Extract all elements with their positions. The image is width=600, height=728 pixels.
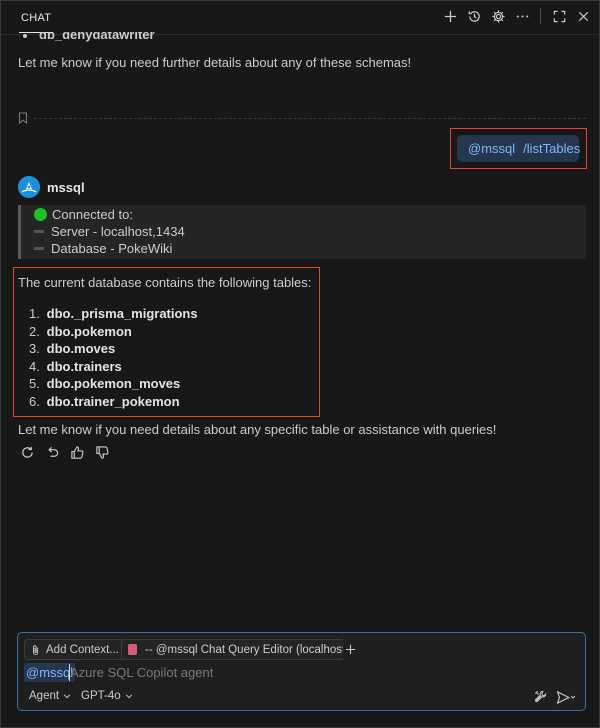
connection-server-row: Server - localhost,1434 [34,224,185,239]
paperclip-icon [31,644,41,656]
close-icon[interactable] [575,8,591,24]
more-icon[interactable] [514,8,530,24]
agent-name: mssql [47,179,85,195]
tables-intro: The current database contains the follow… [18,275,312,290]
undo-icon[interactable] [45,445,61,461]
list-item: 5. dbo.pokemon_moves [29,376,181,391]
list-item: 6. dbo.trainer_pokemon [29,393,180,409]
mssql-avatar-icon [18,176,40,198]
dash-icon [34,230,44,233]
tools-icon[interactable] [533,689,549,705]
agent-header: mssql [18,176,85,198]
list-item: 3. dbo.moves [29,341,116,356]
history-icon[interactable] [466,8,482,24]
request-command: /listTables [523,141,581,156]
mode-label: Agent [29,690,60,702]
thumbs-down-icon[interactable] [95,445,111,461]
mode-selector[interactable]: Agent [29,690,71,702]
chat-header: CHAT [1,1,600,35]
dash-icon [34,247,44,250]
retry-icon[interactable] [20,445,36,461]
connected-status-icon [34,208,47,221]
thumbs-up-icon[interactable] [70,445,86,461]
bookmark-icon[interactable] [18,112,28,124]
chevron-down-icon [63,692,71,700]
list-item: 2. dbo.pokemon [29,323,132,339]
input-mention[interactable]: @mssql [24,663,76,682]
add-context-button[interactable]: Add Context... [24,639,126,660]
list-item: 4. dbo.trainers [29,358,122,374]
closing-message: Let me know if you need details about an… [18,422,497,437]
connection-title-row: Connected to: [34,207,133,222]
connection-database-row: Database - PokeWiki [34,241,172,256]
list-item: 1. dbo._prisma_migrations [29,306,198,321]
maximize-icon[interactable] [551,8,567,24]
chat-input[interactable]: Azure SQL Copilot agent [70,665,213,680]
connection-database: Database - PokeWiki [51,241,173,256]
chat-input-box: Add Context... -- @mssql Chat Query Edit… [17,632,586,711]
tables-list: 1. dbo._prisma_migrations 2. dbo.pokemon… [29,305,198,410]
header-separator [540,8,541,24]
context-chip-label: -- @mssql Chat Query Editor (localhost,1 [145,643,355,656]
request-mention: @mssql [468,141,516,156]
send-icon[interactable] [555,689,577,705]
connection-server: Server - localhost,1434 [51,224,185,239]
tab-chat[interactable]: CHAT [13,1,59,35]
header-actions [442,8,591,24]
add-attachment-plus-icon[interactable] [343,639,357,660]
database-icon [128,644,137,655]
gear-icon[interactable] [490,8,506,24]
model-selector[interactable]: GPT-4o [81,690,133,702]
context-chip[interactable]: -- @mssql Chat Query Editor (localhost,1 [121,639,357,660]
connection-info: Connected to: Server - localhost,1434 Da… [18,205,586,259]
previous-message: Let me know if you need further details … [18,55,412,70]
divider [34,118,586,119]
connection-title: Connected to: [52,207,133,222]
plus-icon[interactable] [442,8,458,24]
chat-panel: CHAT db_denydatawriter Let me know if yo… [0,0,600,728]
chevron-down-icon [125,692,133,700]
model-label: GPT-4o [81,690,121,702]
response-actions [20,445,111,461]
user-request: @mssql/listTables [457,135,581,162]
add-context-label: Add Context... [46,643,119,656]
